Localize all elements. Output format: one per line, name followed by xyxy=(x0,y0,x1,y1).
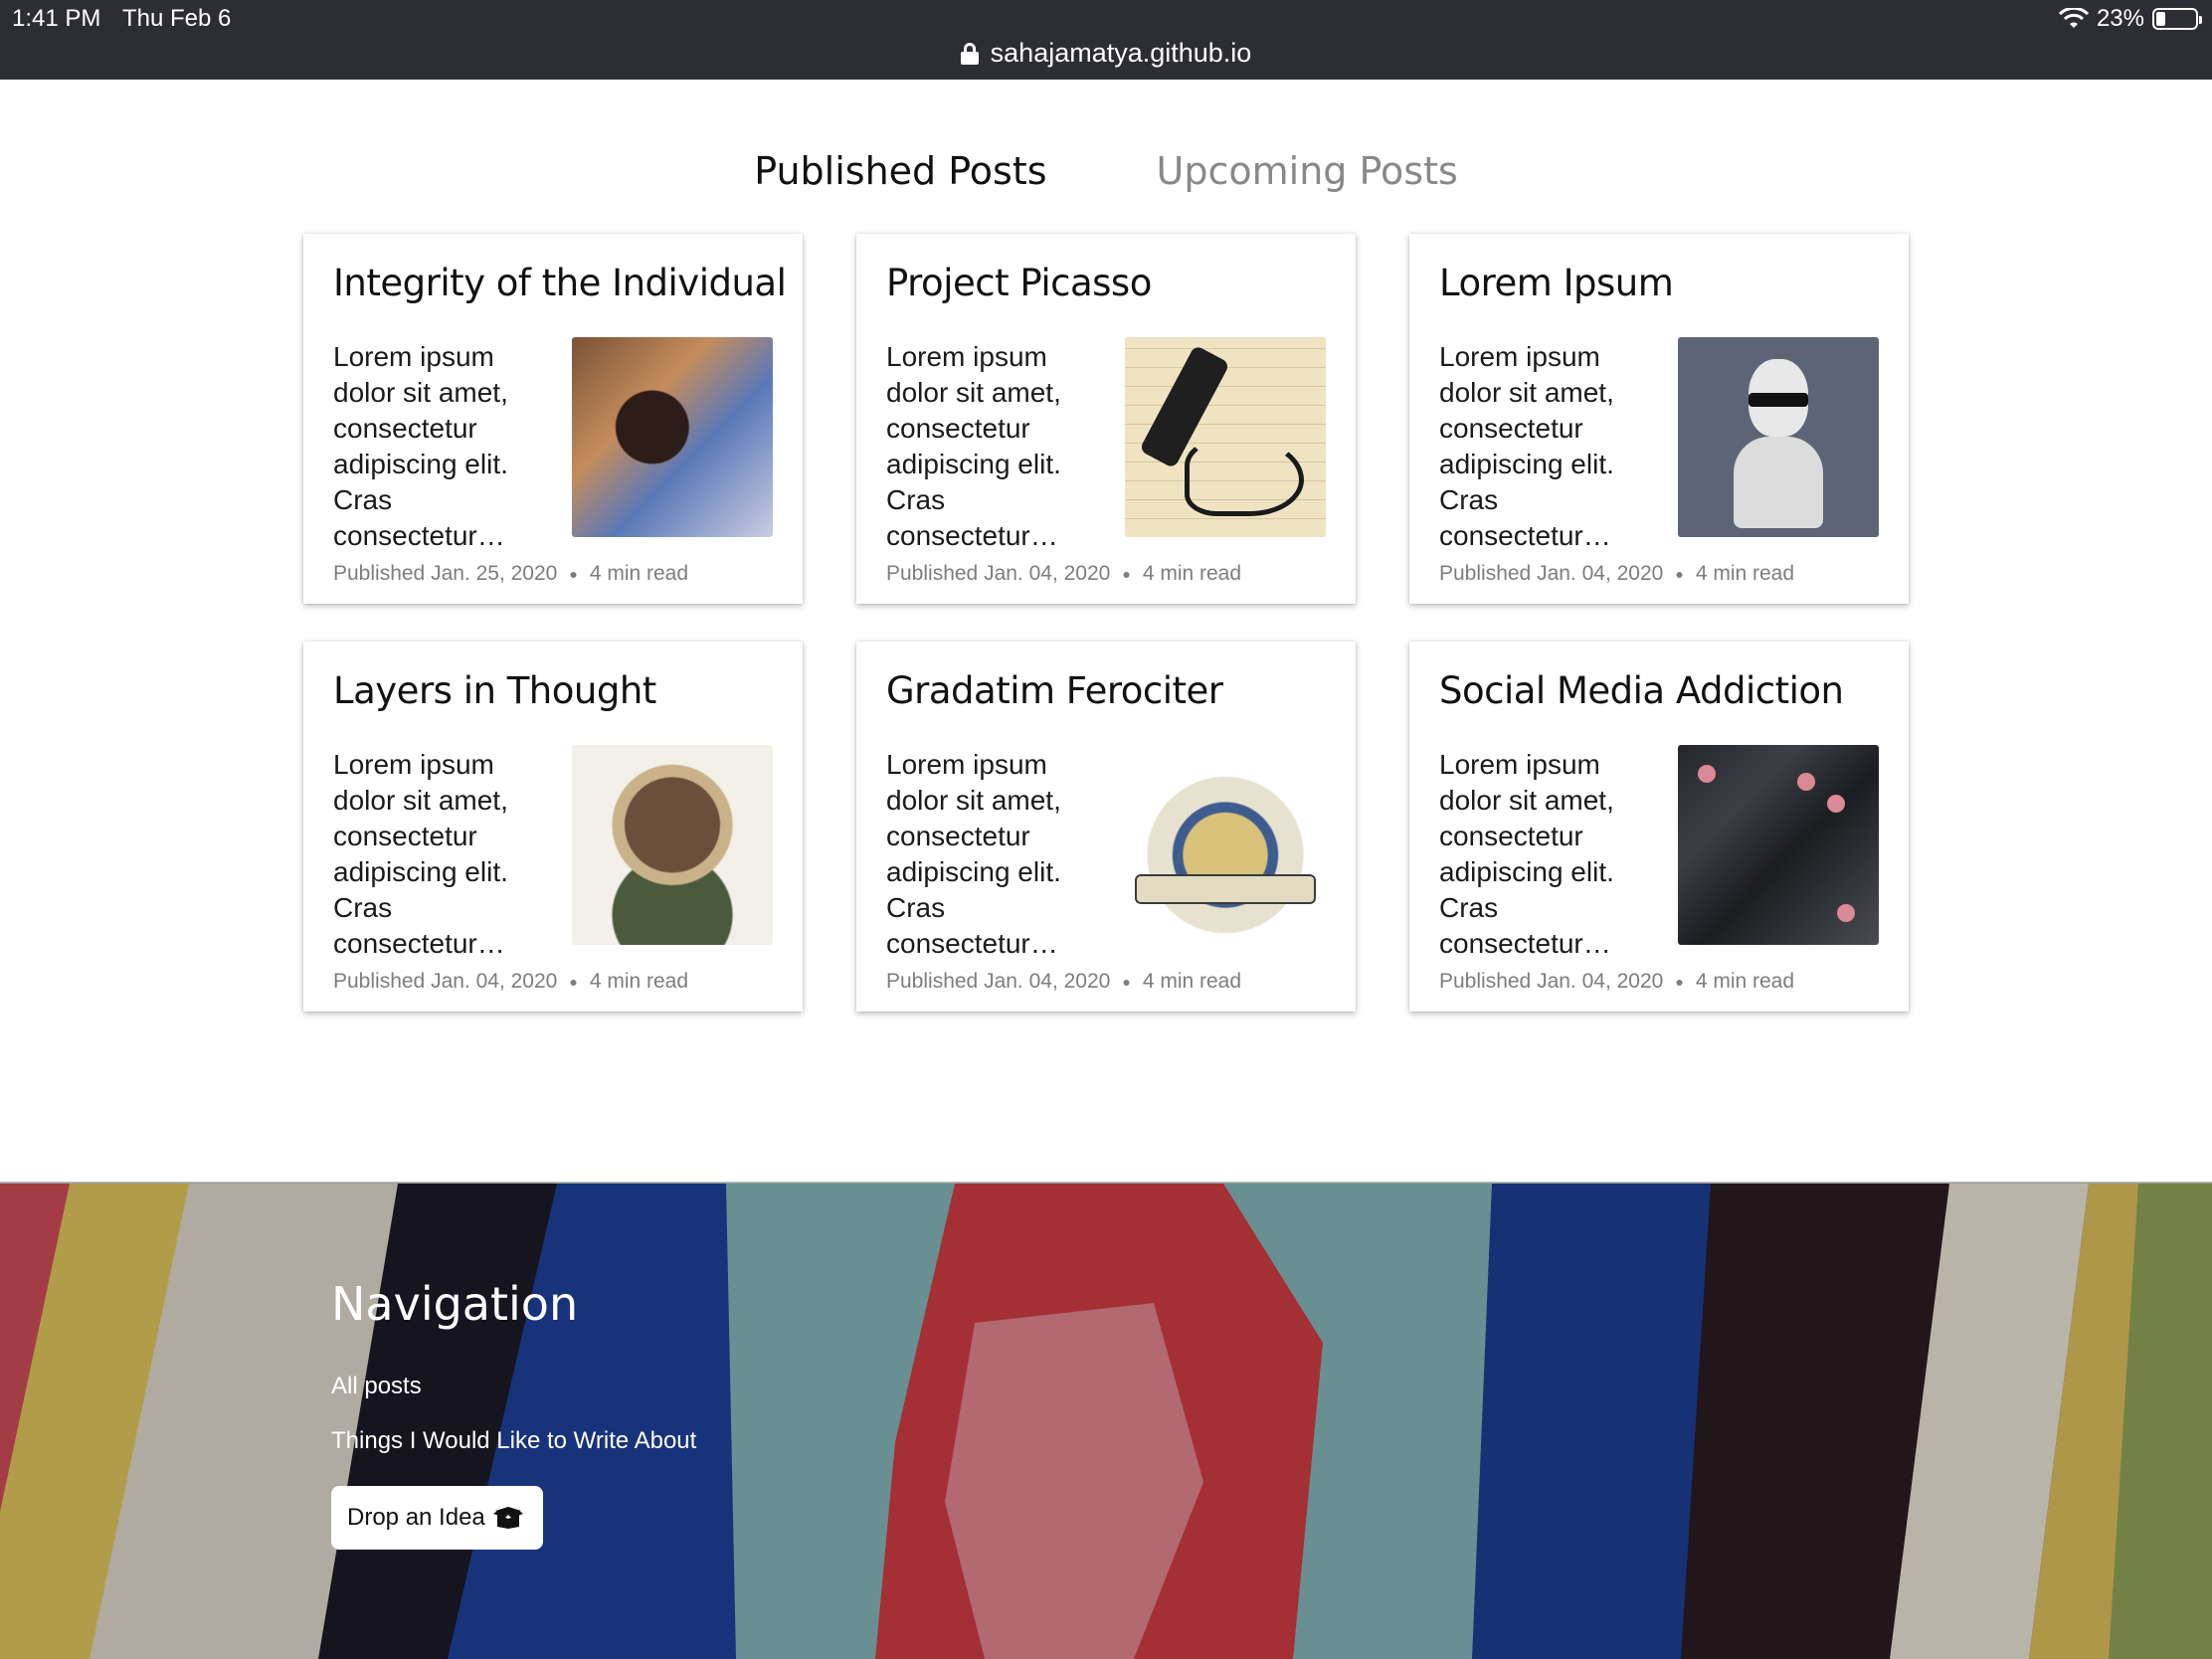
post-read-time: 4 min read xyxy=(1695,970,1795,993)
post-date: Published Jan. 04, 2020 xyxy=(886,970,1111,993)
post-date: Published Jan. 04, 2020 xyxy=(1439,562,1664,585)
post-title[interactable]: Integrity of the Individual xyxy=(333,262,787,304)
battery-percent: 23% xyxy=(2096,5,2144,32)
post-date: Published Jan. 25, 2020 xyxy=(333,562,558,585)
post-title[interactable]: Gradatim Ferociter xyxy=(886,669,1326,712)
tab-upcoming-posts[interactable]: Upcoming Posts xyxy=(1157,149,1458,193)
post-title[interactable]: Lorem Ipsum xyxy=(1439,262,1879,304)
post-excerpt: Lorem ipsum dolor sit amet, consectetur … xyxy=(333,749,508,959)
separator-dot: ● xyxy=(1122,974,1131,990)
post-meta: Published Jan. 04, 2020 ● 4 min read xyxy=(1439,970,1794,994)
post-title[interactable]: Layers in Thought xyxy=(333,669,773,712)
post-card[interactable]: Gradatim Ferociter Lorem ipsum dolor sit… xyxy=(856,642,1356,1012)
post-read-time: 4 min read xyxy=(589,970,689,993)
footer-link-things-to-write[interactable]: Things I Would Like to Write About xyxy=(331,1427,696,1455)
post-meta: Published Jan. 04, 2020 ● 4 min read xyxy=(886,562,1241,586)
post-read-time: 4 min read xyxy=(1695,562,1795,585)
address-bar[interactable]: sahajamatya.github.io xyxy=(0,38,2212,69)
post-excerpt: Lorem ipsum dolor sit amet, consectetur … xyxy=(1439,341,1614,551)
separator-dot: ● xyxy=(1675,566,1684,582)
post-card[interactable]: Project Picasso Lorem ipsum dolor sit am… xyxy=(856,234,1356,604)
post-thumbnail-watercolor-portrait[interactable] xyxy=(572,337,773,537)
tab-published-posts[interactable]: Published Posts xyxy=(754,149,1046,193)
status-indicators: 23% xyxy=(2058,5,2202,33)
battery-level xyxy=(2156,12,2165,26)
footer-heading: Navigation xyxy=(331,1277,579,1331)
browser-top-bar: 1:41 PM Thu Feb 6 23% sahajamatya.github… xyxy=(0,0,2212,80)
post-card[interactable]: Layers in Thought Lorem ipsum dolor sit … xyxy=(303,642,803,1012)
post-excerpt: Lorem ipsum dolor sit amet, consectetur … xyxy=(1439,749,1614,959)
post-excerpt: Lorem ipsum dolor sit amet, consectetur … xyxy=(886,341,1061,551)
separator-dot: ● xyxy=(569,974,578,990)
post-thumbnail-pen-scribble[interactable] xyxy=(1125,337,1326,537)
post-thumbnail-collage-head[interactable] xyxy=(572,745,773,945)
post-card[interactable]: Lorem Ipsum Lorem ipsum dolor sit amet, … xyxy=(1409,234,1909,604)
post-read-time: 4 min read xyxy=(589,562,689,585)
drop-an-idea-button[interactable]: Drop an Idea xyxy=(331,1486,543,1550)
post-date: Published Jan. 04, 2020 xyxy=(886,562,1111,585)
footer: Navigation All posts Things I Would Like… xyxy=(0,1184,2212,1659)
post-meta: Published Jan. 04, 2020 ● 4 min read xyxy=(333,970,688,994)
battery-icon xyxy=(2152,8,2202,30)
status-time: 1:41 PM xyxy=(12,5,101,32)
main-content: Published Posts Upcoming Posts Integrity… xyxy=(0,80,2212,1184)
box-icon xyxy=(492,1507,523,1529)
footer-navigation: Navigation All posts Things I Would Like… xyxy=(331,1277,696,1550)
separator-dot: ● xyxy=(1122,566,1131,582)
post-tabs: Published Posts Upcoming Posts xyxy=(0,149,2212,193)
post-title[interactable]: Social Media Addiction xyxy=(1439,669,1879,712)
drop-an-idea-label: Drop an Idea xyxy=(347,1504,485,1531)
post-thumbnail-circuit-board[interactable] xyxy=(1678,745,1879,945)
url-text[interactable]: sahajamatya.github.io xyxy=(991,38,1252,69)
post-meta: Published Jan. 04, 2020 ● 4 min read xyxy=(886,970,1241,994)
wifi-icon xyxy=(2058,8,2089,28)
post-date: Published Jan. 04, 2020 xyxy=(1439,970,1664,993)
footer-link-all-posts[interactable]: All posts xyxy=(331,1373,696,1400)
post-excerpt: Lorem ipsum dolor sit amet, consectetur … xyxy=(333,341,508,551)
post-card[interactable]: Integrity of the Individual Lorem ipsum … xyxy=(303,234,803,604)
lock-icon xyxy=(960,42,979,65)
post-read-time: 4 min read xyxy=(1142,970,1242,993)
post-meta: Published Jan. 04, 2020 ● 4 min read xyxy=(1439,562,1794,586)
post-read-time: 4 min read xyxy=(1142,562,1242,585)
post-date: Published Jan. 04, 2020 xyxy=(333,970,558,993)
separator-dot: ● xyxy=(1675,974,1684,990)
post-thumbnail-emblem-crest[interactable] xyxy=(1125,745,1326,945)
post-excerpt: Lorem ipsum dolor sit amet, consectetur … xyxy=(886,749,1061,959)
post-grid: Integrity of the Individual Lorem ipsum … xyxy=(303,234,1909,1012)
post-meta: Published Jan. 25, 2020 ● 4 min read xyxy=(333,562,688,586)
status-date: Thu Feb 6 xyxy=(122,5,232,32)
post-card[interactable]: Social Media Addiction Lorem ipsum dolor… xyxy=(1409,642,1909,1012)
separator-dot: ● xyxy=(569,566,578,582)
post-title[interactable]: Project Picasso xyxy=(886,262,1326,304)
post-thumbnail-bust-with-sunglasses[interactable] xyxy=(1678,337,1879,537)
